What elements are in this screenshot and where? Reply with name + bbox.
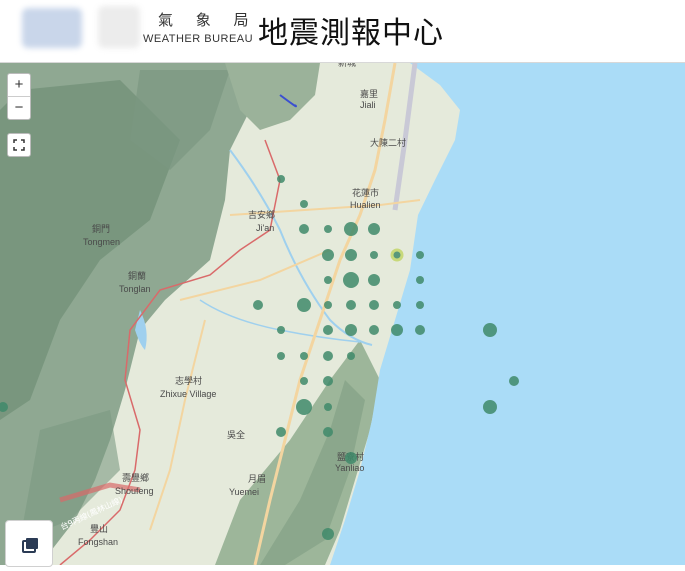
earthquake-marker[interactable] xyxy=(347,352,355,360)
fullscreen-button[interactable] xyxy=(7,133,31,157)
layers-button[interactable] xyxy=(5,520,53,567)
bureau-name-cn: 氣 象 局 xyxy=(158,11,258,29)
place-label: Tongmen xyxy=(83,237,120,247)
place-label: Yanliao xyxy=(335,463,364,473)
earthquake-marker[interactable] xyxy=(300,200,308,208)
earthquake-marker[interactable] xyxy=(393,301,401,309)
place-label: 豐山 xyxy=(90,524,108,535)
agency-logo xyxy=(22,8,82,48)
earthquake-marker[interactable] xyxy=(324,403,332,411)
bureau-name-en: WEATHER BUREAU xyxy=(143,33,254,45)
place-label: 銅蘭 xyxy=(128,270,146,282)
earthquake-marker[interactable] xyxy=(324,301,332,309)
zoom-in-button[interactable]: + xyxy=(8,74,30,96)
earthquake-marker[interactable] xyxy=(323,427,333,437)
earthquake-marker[interactable] xyxy=(322,249,334,261)
earthquake-marker[interactable] xyxy=(345,249,357,261)
earthquake-marker[interactable] xyxy=(299,224,309,234)
place-label: 花蓮市 xyxy=(352,187,379,199)
zoom-control: + − xyxy=(7,73,31,120)
earthquake-marker[interactable] xyxy=(277,352,285,360)
place-label: Hualien xyxy=(350,200,381,210)
earthquake-marker[interactable] xyxy=(368,223,380,235)
earthquake-marker[interactable] xyxy=(300,377,308,385)
earthquake-marker[interactable] xyxy=(509,376,519,386)
earthquake-marker[interactable] xyxy=(277,326,285,334)
earthquake-marker[interactable] xyxy=(324,225,332,233)
map-view[interactable]: 嘉里 Jiali 大陳二村 花蓮市 Hualien 吉安鄉 Ji'an 銅門 T… xyxy=(0,63,685,565)
fullscreen-icon xyxy=(13,139,25,151)
earthquake-marker[interactable] xyxy=(416,301,424,309)
place-label: 銅門 xyxy=(92,223,110,235)
earthquake-marker[interactable] xyxy=(323,325,333,335)
page-title: 地震測報中心 xyxy=(258,16,444,51)
earthquake-marker[interactable] xyxy=(253,300,263,310)
place-label: 吉安鄉 xyxy=(248,209,275,221)
earthquake-marker[interactable] xyxy=(323,351,333,361)
place-label: Zhixue Village xyxy=(160,389,216,399)
earthquake-marker[interactable] xyxy=(483,323,497,337)
earthquake-marker[interactable] xyxy=(391,324,403,336)
place-label: Tonglan xyxy=(119,284,151,294)
earthquake-marker[interactable] xyxy=(416,251,424,259)
place-label: Ji'an xyxy=(256,223,274,233)
earthquake-marker[interactable] xyxy=(300,352,308,360)
earthquake-marker[interactable] xyxy=(296,399,312,415)
header-bar: 氣 象 局 WEATHER BUREAU 地震測報中心 xyxy=(0,0,685,63)
earthquake-marker[interactable] xyxy=(369,325,379,335)
earthquake-marker[interactable] xyxy=(323,376,333,386)
place-label: 月眉 xyxy=(248,474,266,485)
earthquake-marker[interactable] xyxy=(343,272,359,288)
earthquake-marker[interactable] xyxy=(346,300,356,310)
place-label: 大陳二村 xyxy=(370,137,406,149)
earthquake-marker[interactable] xyxy=(322,528,334,540)
place-label: 新城 xyxy=(338,63,356,69)
earthquake-marker[interactable] xyxy=(276,427,286,437)
zoom-out-button[interactable]: − xyxy=(8,96,30,119)
earthquake-marker[interactable] xyxy=(483,400,497,414)
earthquake-marker[interactable] xyxy=(368,274,380,286)
place-label: Shoufeng xyxy=(115,486,154,496)
place-label: 壽豐鄉 xyxy=(122,472,149,484)
earthquake-marker[interactable] xyxy=(390,248,404,262)
place-label: 志學村 xyxy=(175,375,202,387)
earthquake-marker[interactable] xyxy=(324,276,332,284)
earthquake-marker[interactable] xyxy=(297,298,311,312)
place-label: Fongshan xyxy=(78,537,118,547)
place-label: 吳全 xyxy=(227,429,245,441)
layers-icon xyxy=(22,538,38,553)
agency-logo-mark xyxy=(98,6,140,48)
earthquake-marker[interactable] xyxy=(344,222,358,236)
earthquake-marker[interactable] xyxy=(369,300,379,310)
earthquake-marker[interactable] xyxy=(416,276,424,284)
earthquake-marker[interactable] xyxy=(345,324,357,336)
earthquake-marker[interactable] xyxy=(345,452,357,464)
earthquake-marker[interactable] xyxy=(277,175,285,183)
place-label: Jiali xyxy=(360,100,376,110)
place-label: 嘉里 xyxy=(360,88,378,100)
earthquake-marker[interactable] xyxy=(370,251,378,259)
earthquake-marker[interactable] xyxy=(415,325,425,335)
place-label: Yuemei xyxy=(229,487,259,497)
